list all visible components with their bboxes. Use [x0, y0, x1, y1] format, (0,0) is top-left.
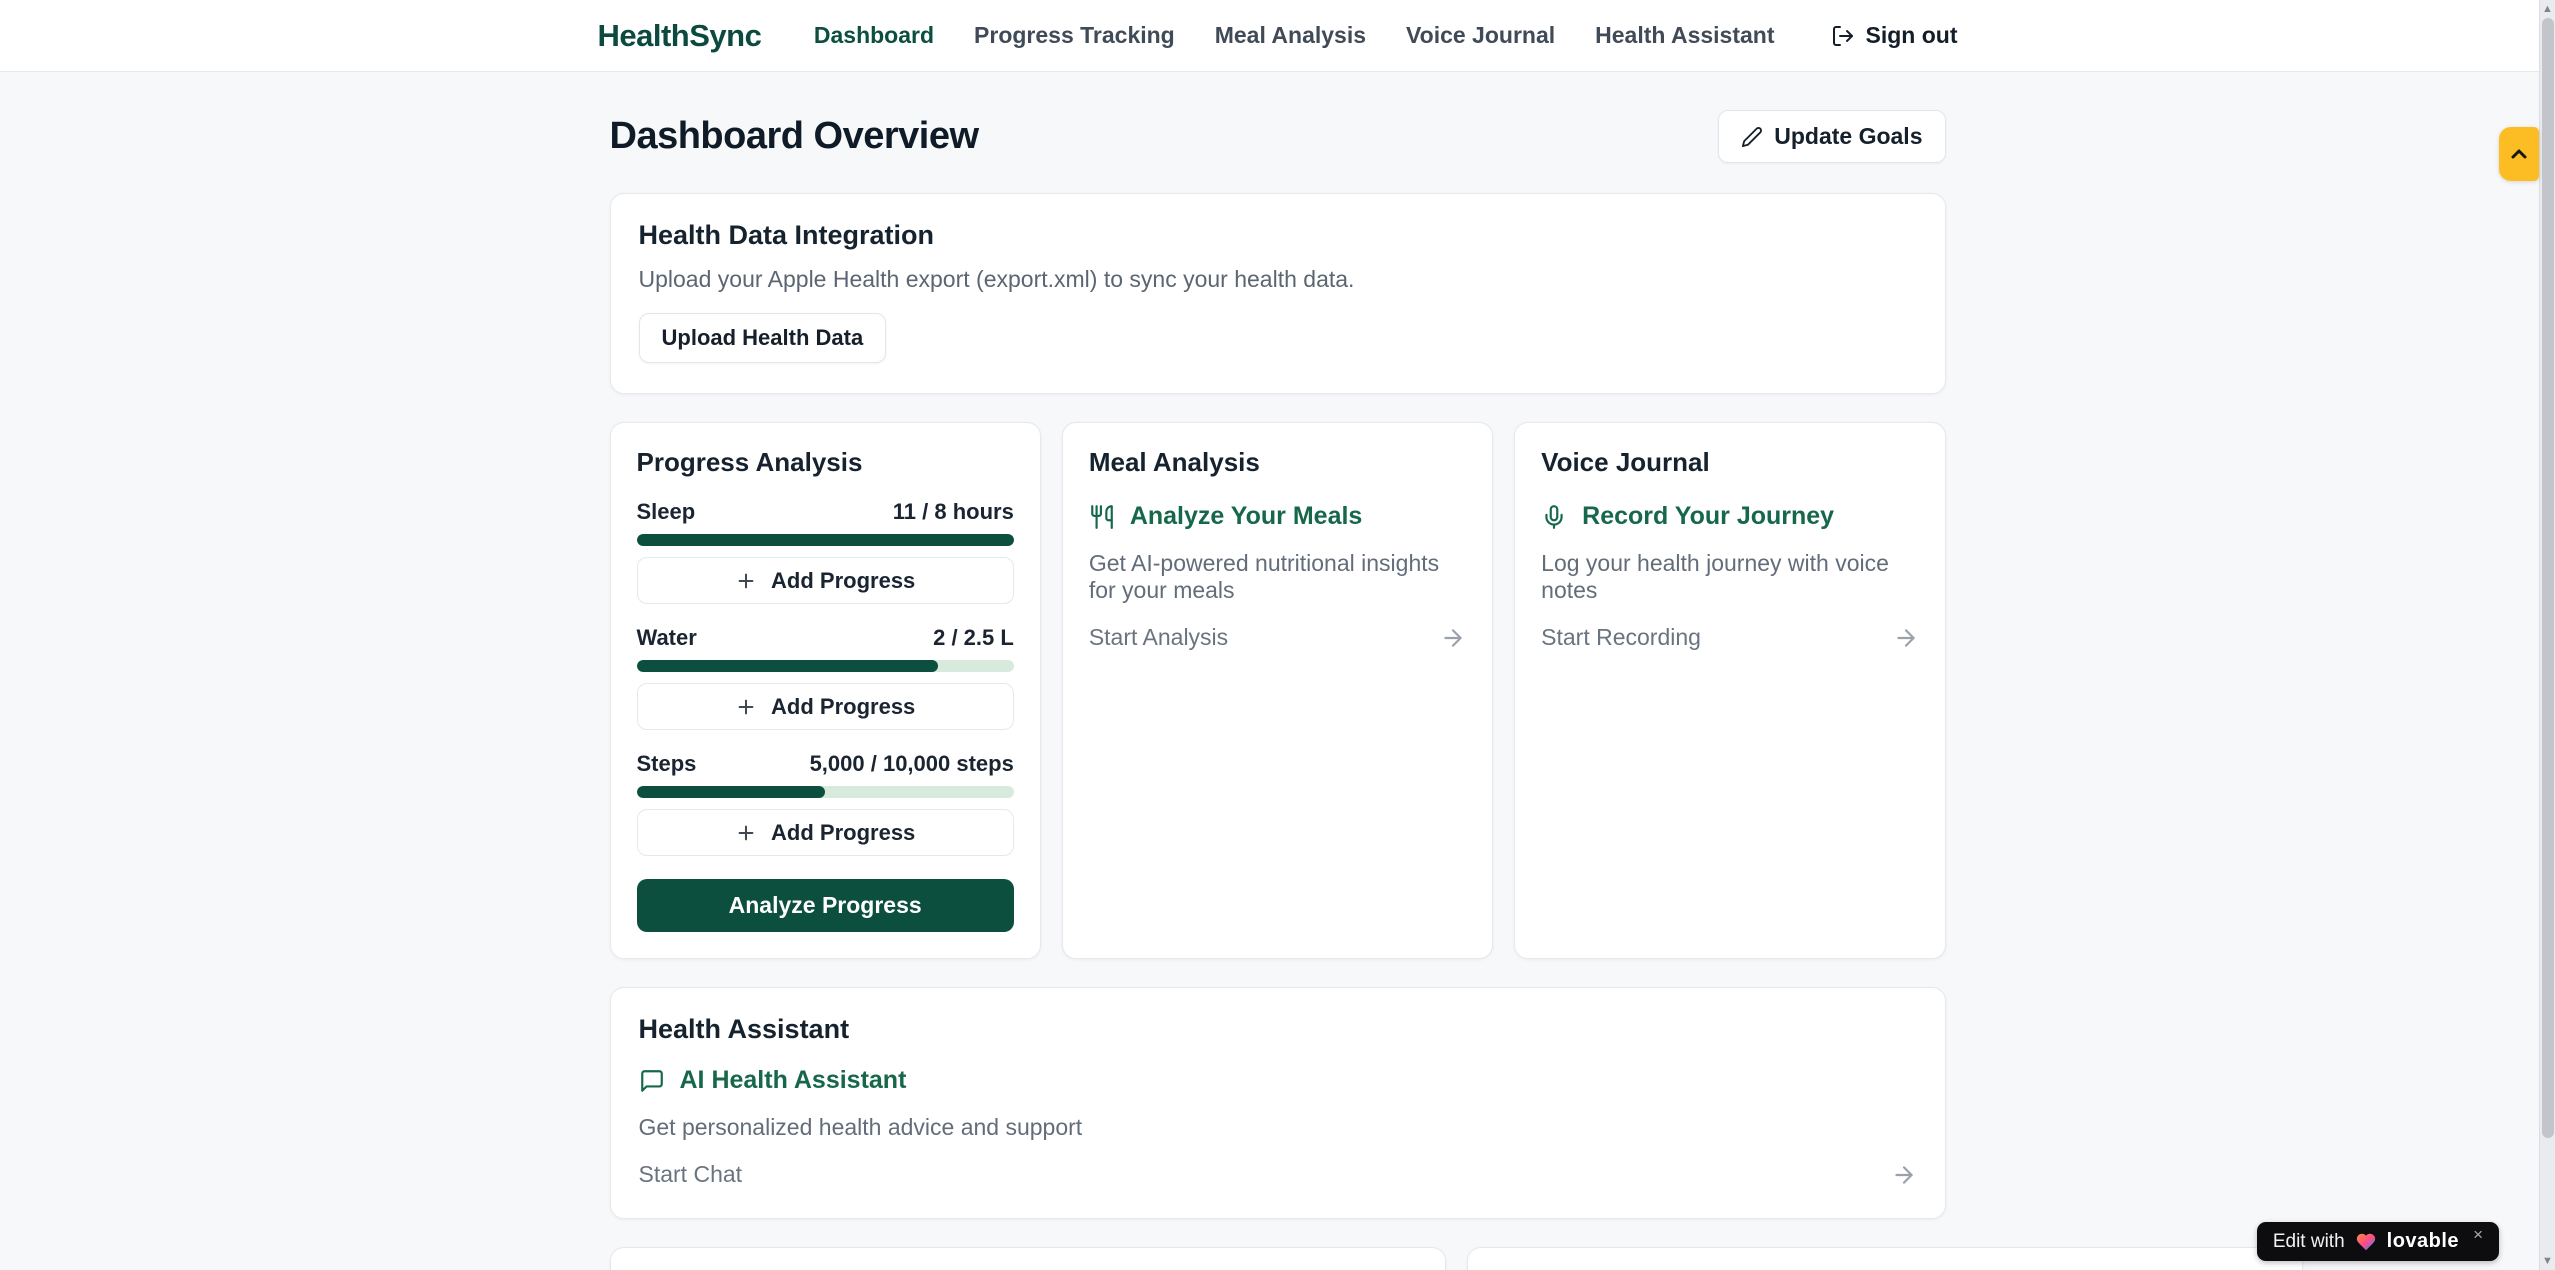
page-title: Dashboard Overview	[610, 115, 979, 158]
metric-water: Water 2 / 2.5 L Add Progress	[637, 625, 1014, 730]
edit-with-lovable-badge[interactable]: Edit with lovable ×	[2257, 1222, 2499, 1261]
analyze-your-meals-link[interactable]: Analyze Your Meals	[1089, 502, 1466, 531]
quick-stats-card: Quick Stats Select Date Today Yesterday …	[1467, 1247, 2303, 1270]
app-logo[interactable]: HealthSync	[598, 18, 762, 54]
progress-analysis-card: Progress Analysis Sleep 11 / 8 hours Add…	[610, 422, 1041, 959]
vertical-scrollbar[interactable]: ▲ ▼	[2539, 0, 2555, 1270]
pencil-icon	[1741, 126, 1763, 148]
record-your-journey-label: Record Your Journey	[1582, 502, 1834, 531]
sign-out-button[interactable]: Sign out	[1831, 22, 1958, 49]
metric-steps: Steps 5,000 / 10,000 steps Add Progress	[637, 751, 1014, 856]
upload-health-data-button[interactable]: Upload Health Data	[639, 313, 887, 363]
start-analysis-label: Start Analysis	[1089, 624, 1228, 651]
analyze-your-meals-label: Analyze Your Meals	[1130, 502, 1363, 531]
steps-progress-bar	[637, 786, 1014, 798]
meal-analysis-title: Meal Analysis	[1089, 447, 1466, 478]
chat-bubble-icon	[639, 1068, 665, 1094]
water-progress-bar	[637, 660, 1014, 672]
metric-value: 2 / 2.5 L	[933, 625, 1014, 651]
scrollbar-thumb[interactable]	[2542, 18, 2554, 1138]
health-assistant-title: Health Assistant	[639, 1014, 1917, 1045]
plus-icon	[735, 570, 757, 592]
add-progress-label: Add Progress	[771, 694, 915, 720]
metric-sleep: Sleep 11 / 8 hours Add Progress	[637, 499, 1014, 604]
integration-description: Upload your Apple Health export (export.…	[639, 266, 1917, 293]
top-navigation-bar: HealthSync Dashboard Progress Tracking M…	[0, 0, 2555, 72]
voice-journal-description: Log your health journey with voice notes	[1541, 550, 1918, 604]
add-progress-water-button[interactable]: Add Progress	[637, 683, 1014, 730]
start-analysis-action[interactable]: Start Analysis	[1089, 624, 1466, 651]
voice-journal-card: Voice Journal Record Your Journey Log yo…	[1514, 422, 1945, 959]
integration-title: Health Data Integration	[639, 220, 1917, 251]
add-progress-steps-button[interactable]: Add Progress	[637, 809, 1014, 856]
health-assistant-card: Health Assistant AI Health Assistant Get…	[610, 987, 1946, 1219]
metric-label: Water	[637, 625, 697, 651]
add-progress-label: Add Progress	[771, 568, 915, 594]
voice-journal-title: Voice Journal	[1541, 447, 1918, 478]
metric-value: 11 / 8 hours	[893, 499, 1014, 525]
microphone-icon	[1541, 504, 1567, 530]
nav-item-progress-tracking[interactable]: Progress Tracking	[974, 22, 1175, 49]
nav-item-meal-analysis[interactable]: Meal Analysis	[1215, 22, 1366, 49]
add-progress-sleep-button[interactable]: Add Progress	[637, 557, 1014, 604]
start-recording-action[interactable]: Start Recording	[1541, 624, 1918, 651]
start-recording-label: Start Recording	[1541, 624, 1701, 651]
start-chat-action[interactable]: Start Chat	[639, 1161, 1917, 1188]
sign-out-icon	[1831, 24, 1855, 48]
record-your-journey-link[interactable]: Record Your Journey	[1541, 502, 1918, 531]
update-goals-button[interactable]: Update Goals	[1718, 110, 1945, 163]
main-nav: Dashboard Progress Tracking Meal Analysi…	[814, 22, 1958, 49]
plus-icon	[735, 696, 757, 718]
arrow-right-icon	[1891, 1162, 1917, 1188]
metric-value: 5,000 / 10,000 steps	[810, 751, 1014, 777]
ai-health-assistant-link[interactable]: AI Health Assistant	[639, 1066, 1917, 1095]
meal-analysis-card: Meal Analysis Analyze Your Meals Get AI-…	[1062, 422, 1493, 959]
ai-health-assistant-label: AI Health Assistant	[680, 1066, 907, 1095]
sign-out-label: Sign out	[1866, 22, 1958, 49]
metric-label: Steps	[637, 751, 697, 777]
heart-icon	[2355, 1231, 2377, 1253]
amber-edge-tab[interactable]	[2499, 127, 2539, 181]
health-data-integration-card: Health Data Integration Upload your Appl…	[610, 193, 1946, 394]
recent-goals-card: Recent Goals Select Date Today Yesterday…	[610, 1247, 1446, 1270]
metric-label: Sleep	[637, 499, 696, 525]
add-progress-label: Add Progress	[771, 820, 915, 846]
plus-icon	[735, 822, 757, 844]
chevron-up-icon	[2507, 142, 2531, 166]
start-chat-label: Start Chat	[639, 1161, 743, 1188]
analyze-progress-button[interactable]: Analyze Progress	[637, 879, 1014, 932]
sleep-progress-bar	[637, 534, 1014, 546]
scrollbar-up-arrow-icon[interactable]: ▲	[2540, 3, 2555, 15]
arrow-right-icon	[1893, 625, 1919, 651]
nav-item-health-assistant[interactable]: Health Assistant	[1595, 22, 1774, 49]
lovable-brand-label: lovable	[2387, 1230, 2459, 1253]
update-goals-label: Update Goals	[1774, 123, 1922, 150]
health-assistant-description: Get personalized health advice and suppo…	[639, 1114, 1917, 1141]
utensils-icon	[1089, 504, 1115, 530]
meal-analysis-description: Get AI-powered nutritional insights for …	[1089, 550, 1466, 604]
scrollbar-down-arrow-icon[interactable]: ▼	[2540, 1255, 2555, 1267]
close-icon[interactable]: ×	[2473, 1225, 2483, 1245]
arrow-right-icon	[1440, 625, 1466, 651]
edit-with-label: Edit with	[2273, 1231, 2345, 1253]
nav-item-dashboard[interactable]: Dashboard	[814, 22, 934, 49]
main-content: Dashboard Overview Update Goals Health D…	[598, 72, 1958, 1270]
progress-analysis-title: Progress Analysis	[637, 447, 1014, 478]
nav-item-voice-journal[interactable]: Voice Journal	[1406, 22, 1555, 49]
